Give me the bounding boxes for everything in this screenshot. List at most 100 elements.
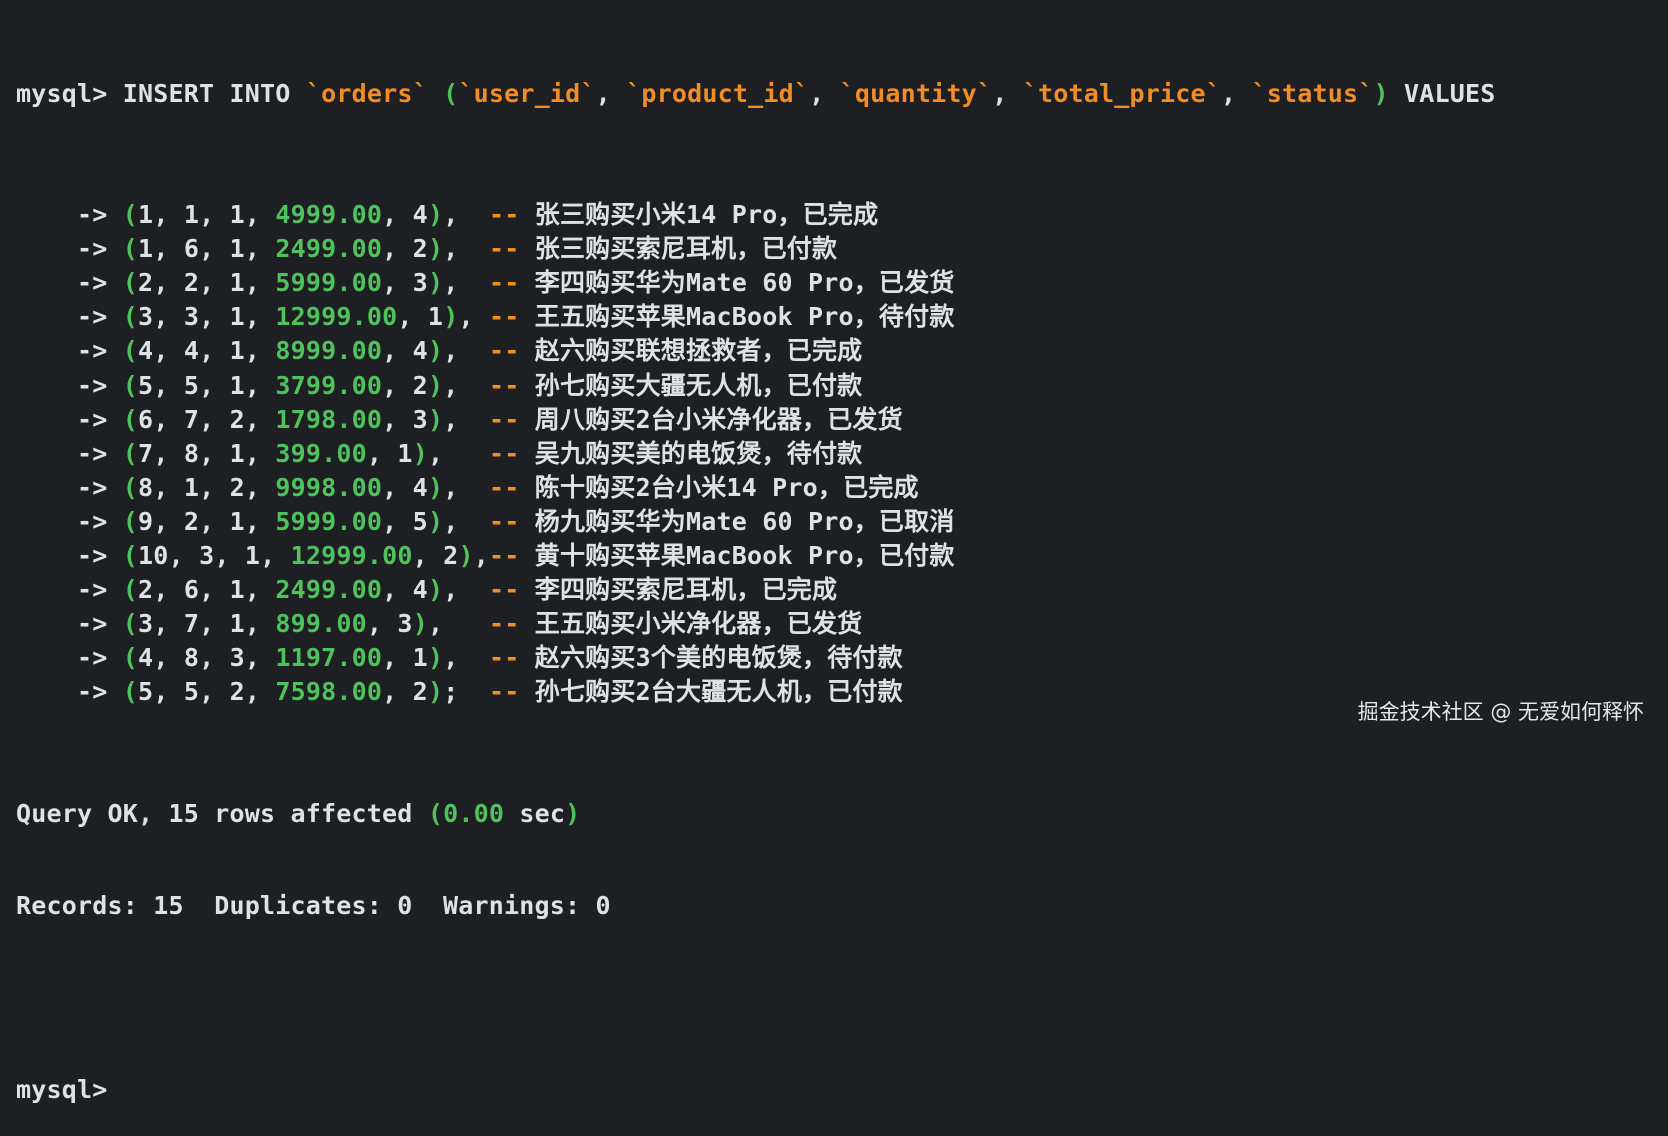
- separator: ,: [245, 200, 276, 229]
- values-row: -> (1, 1, 1, 4999.00, 4), -- 张三购买小米14 Pr…: [16, 198, 1668, 232]
- row-close-paren: ): [428, 268, 443, 297]
- values-row: -> (5, 5, 1, 3799.00, 2), -- 孙七购买大疆无人机，已…: [16, 369, 1668, 403]
- row-terminator: ,: [443, 507, 458, 536]
- space: [520, 371, 535, 400]
- row-close-paren: ): [428, 677, 443, 706]
- column-name: `status`: [1252, 79, 1374, 108]
- row-terminator: ,: [443, 234, 458, 263]
- continuation-arrow: ->: [77, 371, 108, 400]
- row-terminator: ,: [474, 541, 489, 570]
- row-terminator: ,: [428, 609, 443, 638]
- quantity-value: 1: [230, 302, 245, 331]
- quantity-value: 3: [230, 643, 245, 672]
- row-close-paren: ): [428, 405, 443, 434]
- separator: ,: [199, 371, 230, 400]
- separator: ,: [199, 439, 230, 468]
- status-value: 3: [413, 405, 428, 434]
- space: [108, 200, 123, 229]
- row-padding: [458, 200, 489, 229]
- row-padding: [458, 405, 489, 434]
- user-id-value: 7: [138, 439, 153, 468]
- continuation-arrow: ->: [77, 200, 108, 229]
- values-row: -> (10, 3, 1, 12999.00, 2),-- 黄十购买苹果MacB…: [16, 539, 1668, 573]
- separator: ,: [245, 405, 276, 434]
- separator: ,: [382, 336, 413, 365]
- separator: ,: [245, 439, 276, 468]
- separator: ,: [199, 268, 230, 297]
- separator: ,: [199, 234, 230, 263]
- user-id-value: 2: [138, 268, 153, 297]
- space: [520, 507, 535, 536]
- row-comment: 赵六购买3个美的电饭煲，待付款: [535, 643, 903, 672]
- product-id-value: 4: [184, 336, 199, 365]
- user-id-value: 1: [138, 234, 153, 263]
- row-open-paren: (: [123, 371, 138, 400]
- status-value: 4: [413, 200, 428, 229]
- user-id-value: 10: [138, 541, 169, 570]
- status-value: 1: [428, 302, 443, 331]
- row-padding: [458, 234, 489, 263]
- row-terminator: ,: [443, 473, 458, 502]
- total-price-value: 8999.00: [275, 336, 382, 365]
- total-price-value: 1798.00: [275, 405, 382, 434]
- quantity-value: 1: [230, 268, 245, 297]
- values-row: -> (4, 4, 1, 8999.00, 4), -- 赵六购买联想拯救者，已…: [16, 334, 1668, 368]
- mysql-prompt-final: mysql>: [16, 1075, 108, 1104]
- row-close-paren: ): [428, 234, 443, 263]
- product-id-value: 1: [184, 200, 199, 229]
- values-row: -> (2, 2, 1, 5999.00, 3), -- 李四购买华为Mate …: [16, 266, 1668, 300]
- continuation-arrow: ->: [77, 643, 108, 672]
- column-name: `user_id`: [458, 79, 595, 108]
- separator: ,: [382, 643, 413, 672]
- product-id-value: 7: [184, 609, 199, 638]
- separator: ,: [153, 268, 184, 297]
- row-close-paren: ): [428, 200, 443, 229]
- row-open-paren: (: [123, 234, 138, 263]
- user-id-value: 6: [138, 405, 153, 434]
- row-comment: 张三购买小米14 Pro，已完成: [535, 200, 879, 229]
- row-comment: 吴九购买美的电饭煲，待付款: [535, 439, 863, 468]
- quantity-value: 1: [230, 609, 245, 638]
- columns-close-paren: ): [1374, 79, 1389, 108]
- row-close-paren: ): [428, 507, 443, 536]
- space: [520, 336, 535, 365]
- column-name: `total_price`: [1023, 79, 1221, 108]
- product-id-value: 6: [184, 234, 199, 263]
- row-terminator: ,: [443, 643, 458, 672]
- row-close-paren: ): [443, 302, 458, 331]
- terminal-window[interactable]: mysql> INSERT INTO `orders` (`user_id`, …: [0, 0, 1668, 742]
- continuation-arrow: ->: [77, 507, 108, 536]
- separator: ,: [245, 575, 276, 604]
- continuation-arrow: ->: [77, 336, 108, 365]
- space: [108, 405, 123, 434]
- row-padding: [458, 507, 489, 536]
- final-prompt-line[interactable]: mysql>: [16, 1073, 1668, 1107]
- continuation-arrow: ->: [77, 234, 108, 263]
- separator: ,: [153, 609, 184, 638]
- row-open-paren: (: [123, 268, 138, 297]
- user-id-value: 5: [138, 371, 153, 400]
- separator: ,: [397, 302, 428, 331]
- total-price-value: 9998.00: [275, 473, 382, 502]
- time-open-paren: (: [428, 799, 443, 828]
- quantity-value: 1: [230, 371, 245, 400]
- space: [108, 268, 123, 297]
- row-padding: [458, 575, 489, 604]
- row-close-paren: ): [413, 609, 428, 638]
- user-id-value: 3: [138, 609, 153, 638]
- separator: ,: [260, 541, 291, 570]
- values-row: -> (1, 6, 1, 2499.00, 2), -- 张三购买索尼耳机，已付…: [16, 232, 1668, 266]
- space: [108, 439, 123, 468]
- product-id-value: 3: [184, 302, 199, 331]
- separator: ,: [245, 473, 276, 502]
- columns-open-paren: (: [443, 79, 458, 108]
- separator: ,: [245, 609, 276, 638]
- comment-prefix: --: [489, 200, 520, 229]
- space: [108, 609, 123, 638]
- comment-prefix: --: [489, 609, 520, 638]
- separator: ,: [199, 405, 230, 434]
- total-price-value: 2499.00: [275, 234, 382, 263]
- row-open-paren: (: [123, 302, 138, 331]
- mysql-prompt: mysql>: [16, 79, 108, 108]
- values-row: -> (3, 3, 1, 12999.00, 1), -- 王五购买苹果MacB…: [16, 300, 1668, 334]
